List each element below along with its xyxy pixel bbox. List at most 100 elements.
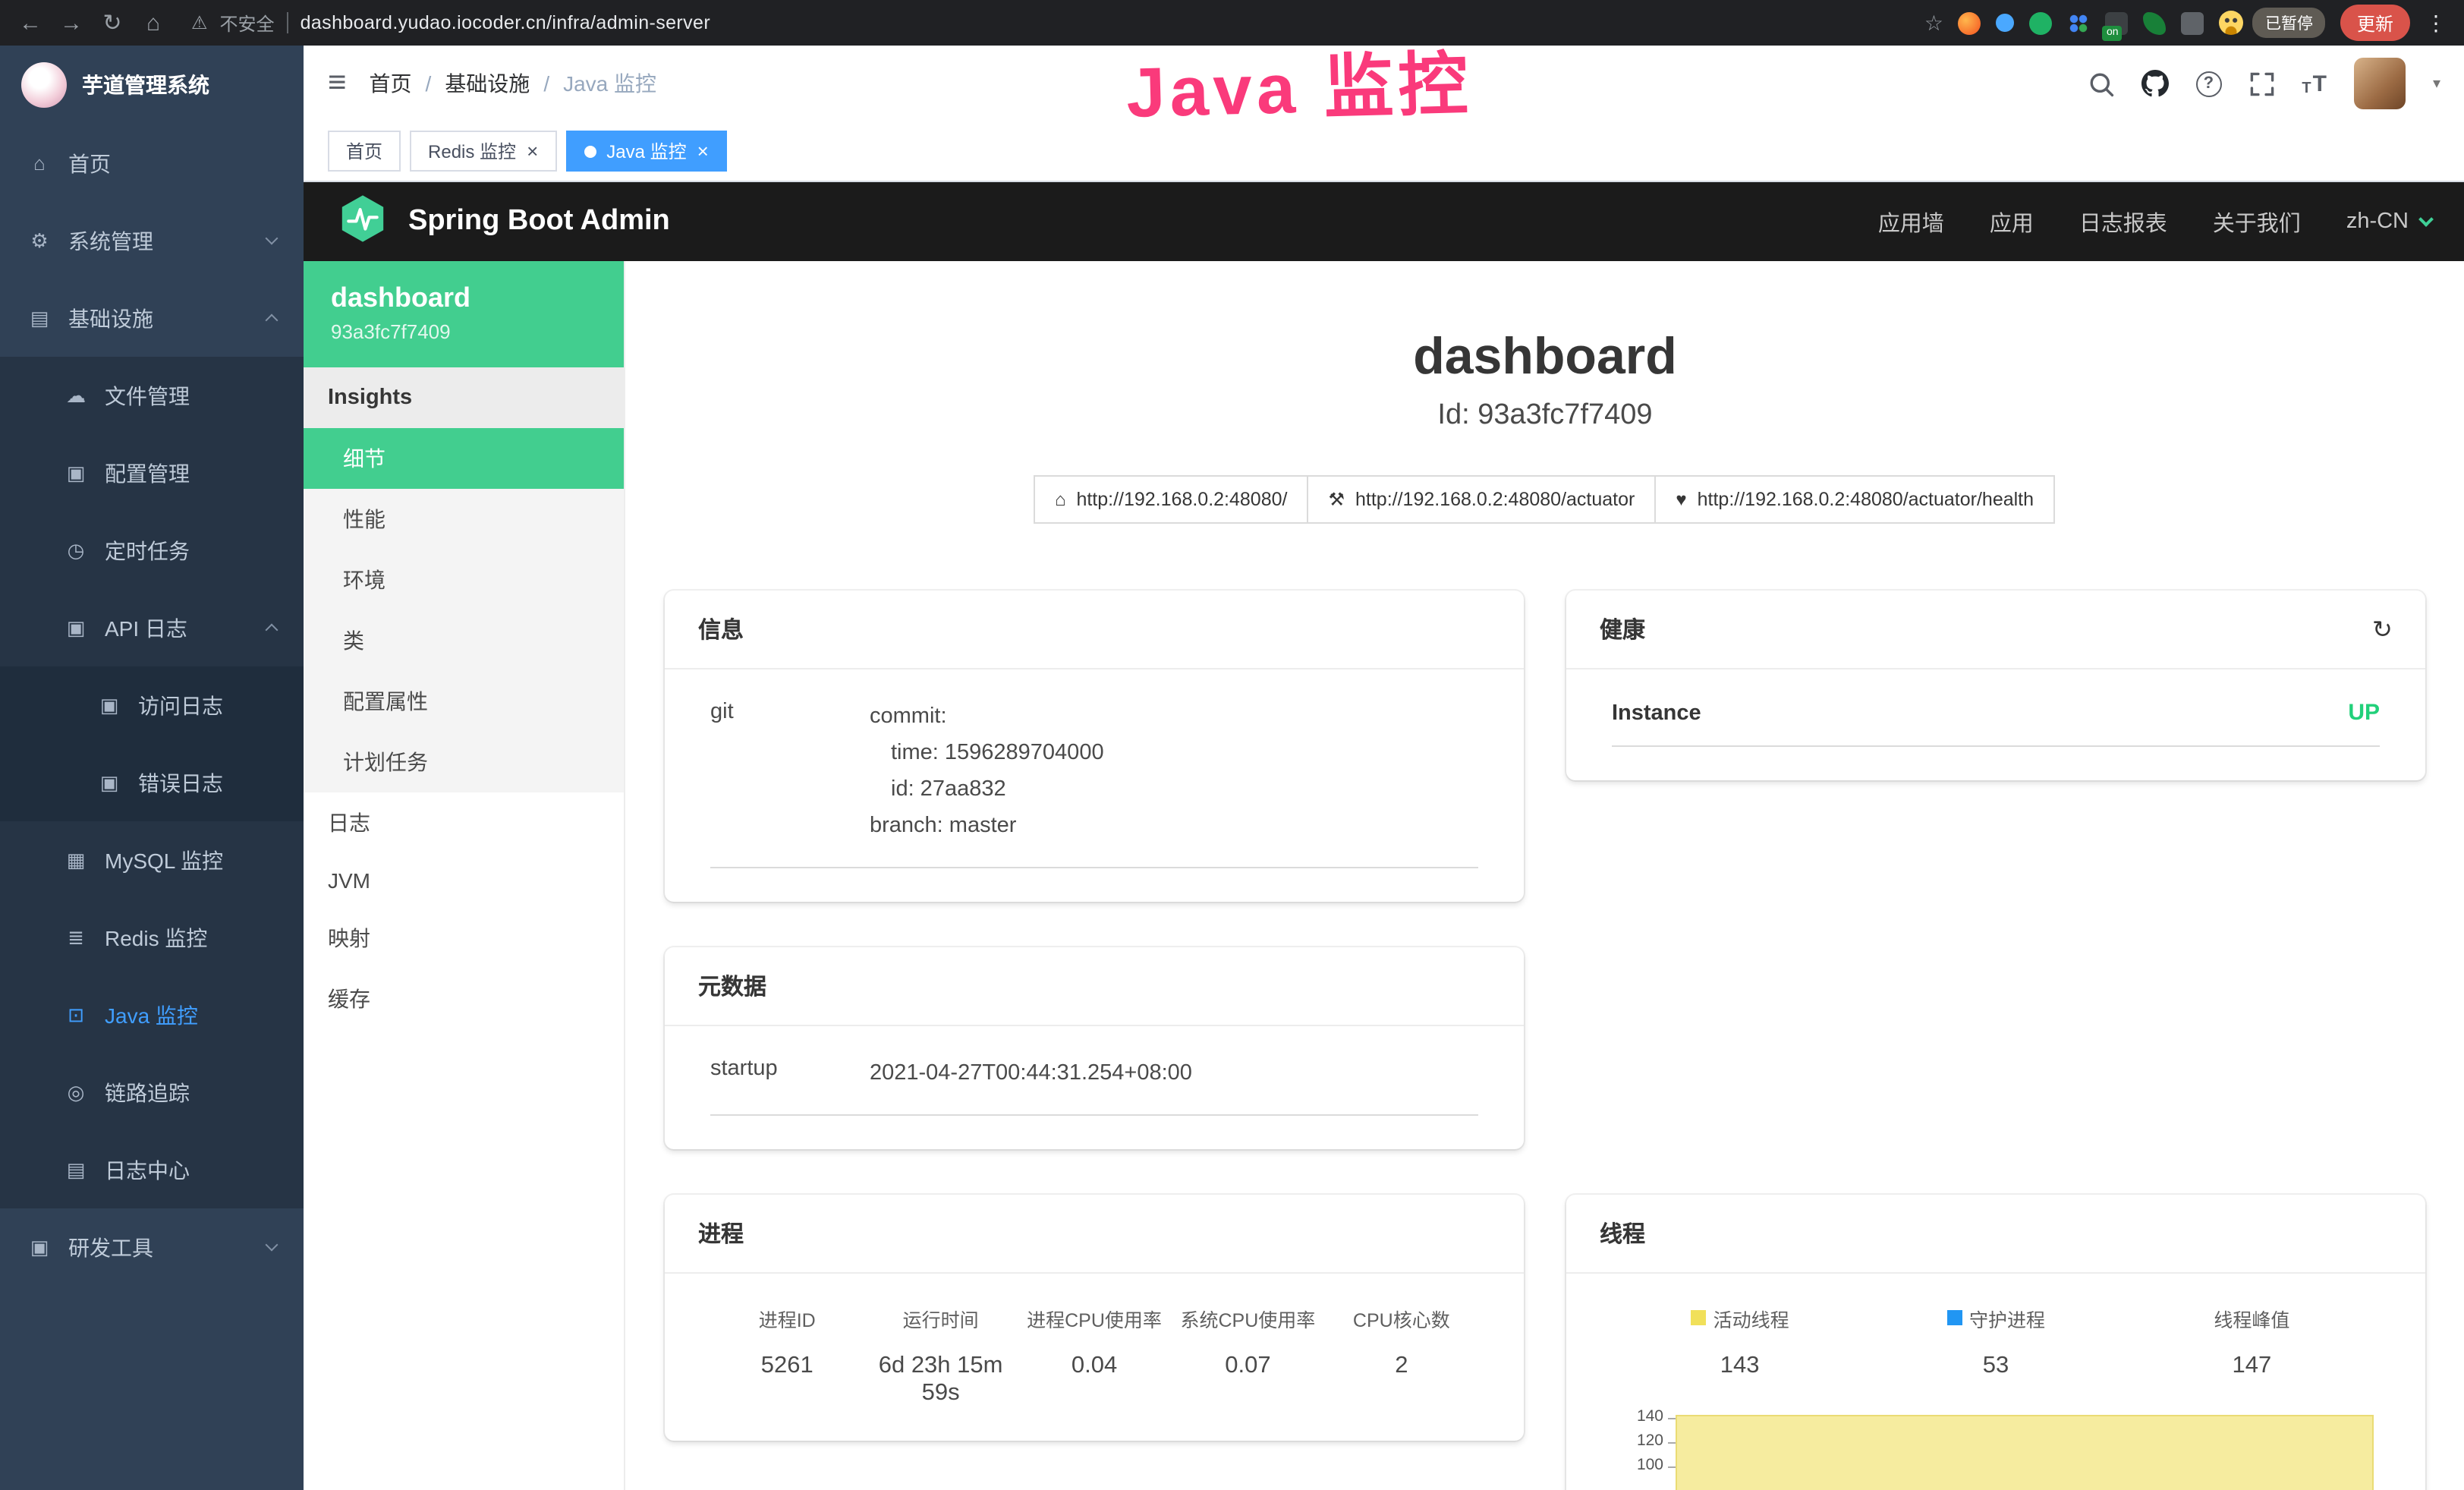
- sidebar-item-java[interactable]: ⊡ Java 监控: [0, 976, 304, 1054]
- metric-system-cpu: 系统CPU使用率 0.07: [1171, 1303, 1324, 1407]
- metadata-card-body: startup 2021-04-27T00:44:31.254+08:00: [665, 1025, 1524, 1148]
- hamburger-icon[interactable]: ≡: [328, 65, 347, 102]
- heart-icon: ♥: [1676, 489, 1686, 510]
- extensions-puzzle-icon[interactable]: [2182, 11, 2204, 34]
- extension-grid-icon[interactable]: [2068, 11, 2091, 34]
- breadcrumb-infra[interactable]: 基础设施: [445, 68, 530, 99]
- tab-redis[interactable]: Redis 监控 ×: [410, 131, 556, 172]
- chevron-down-icon: [266, 232, 278, 245]
- info-card-header: 信息: [665, 591, 1524, 669]
- sba-nav-journal[interactable]: 日志报表: [2079, 206, 2167, 238]
- process-card-header: 进程: [665, 1194, 1524, 1273]
- extension-fox-icon[interactable]: [1959, 11, 1981, 34]
- font-size-icon[interactable]: T T: [2302, 71, 2327, 96]
- page-title: dashboard: [665, 328, 2425, 387]
- avatar-caret-icon[interactable]: ▾: [2433, 75, 2440, 92]
- metadata-card-header: 元数据: [665, 947, 1524, 1025]
- metric-value: 0.04: [1018, 1352, 1171, 1379]
- search-icon[interactable]: [2088, 71, 2113, 96]
- tab-home[interactable]: 首页: [328, 131, 401, 172]
- history-icon[interactable]: ↺: [2371, 614, 2392, 644]
- sidebar-item-label: 基础设施: [68, 303, 153, 333]
- app-logo-row[interactable]: 芋道管理系统: [0, 46, 304, 124]
- grid-icon: ▦: [64, 848, 88, 872]
- bookmark-star-icon[interactable]: ☆: [1924, 10, 1943, 36]
- metric-label: CPU核心数: [1325, 1303, 1478, 1332]
- sba-main: dashboard Id: 93a3fc7f7409 ⌂ http://192.…: [625, 261, 2464, 1490]
- sba-item-logs[interactable]: 日志: [304, 792, 624, 853]
- media-control-chip[interactable]: 已暂停: [2220, 8, 2325, 38]
- breadcrumb-home[interactable]: 首页: [370, 68, 412, 99]
- sidebar-item-redis[interactable]: ≣ Redis 监控: [0, 899, 304, 976]
- screen-icon: ⊡: [64, 1003, 88, 1027]
- close-icon[interactable]: ×: [527, 141, 538, 161]
- legend-value: 147: [2124, 1352, 2380, 1379]
- sba-item-caches[interactable]: 缓存: [304, 969, 624, 1029]
- instance-links: ⌂ http://192.168.0.2:48080/ ⚒ http://192…: [665, 475, 2425, 524]
- sba-sidebar: dashboard 93a3fc7f7409 Insights 细节 性能 环境…: [304, 261, 625, 1490]
- link-actuator-url[interactable]: ⚒ http://192.168.0.2:48080/actuator: [1307, 475, 1656, 524]
- url-text[interactable]: dashboard.yudao.iocoder.cn/infra/admin-s…: [301, 12, 711, 33]
- sidebar-item-mysql[interactable]: ▦ MySQL 监控: [0, 821, 304, 899]
- sba-item-details[interactable]: 细节: [304, 428, 624, 489]
- sba-item-scheduled[interactable]: 计划任务: [304, 732, 624, 792]
- sidebar-item-api-log[interactable]: ▣ API 日志: [0, 589, 304, 666]
- threads-chart: 140 120 100: [1612, 1407, 2380, 1490]
- sidebar-item-job[interactable]: ◷ 定时任务: [0, 512, 304, 589]
- sba-nav-applications[interactable]: 应用: [1990, 206, 2034, 238]
- github-icon[interactable]: [2141, 70, 2168, 97]
- sba-brand[interactable]: Spring Boot Admin: [408, 205, 670, 238]
- link-label: http://192.168.0.2:48080/: [1076, 489, 1287, 510]
- close-icon[interactable]: ×: [697, 141, 709, 161]
- sba-nav-wallboard[interactable]: 应用墙: [1878, 206, 1944, 238]
- sba-logo-icon[interactable]: [337, 192, 389, 251]
- extension-switch-icon[interactable]: on: [2106, 11, 2129, 34]
- sba-item-jvm[interactable]: JVM: [304, 853, 624, 908]
- tab-java[interactable]: Java 监控 ×: [565, 131, 727, 172]
- sidebar-item-infra[interactable]: ▤ 基础设施: [0, 279, 304, 357]
- browser-menu-icon[interactable]: ⋮: [2425, 10, 2447, 36]
- emoji-face-icon[interactable]: [2220, 11, 2244, 35]
- sba-locale-select[interactable]: zh-CN: [2346, 209, 2431, 234]
- sba-item-mappings[interactable]: 映射: [304, 908, 624, 969]
- sidebar-item-log-center[interactable]: ▤ 日志中心: [0, 1131, 304, 1208]
- extension-leaf-icon[interactable]: [2144, 11, 2167, 34]
- sidebar-item-error-log[interactable]: ▣ 错误日志: [0, 744, 304, 821]
- sba-item-environment[interactable]: 环境: [304, 550, 624, 610]
- sba-nav-about[interactable]: 关于我们: [2213, 206, 2301, 238]
- extension-green-icon[interactable]: [2030, 11, 2053, 34]
- sba-item-classes[interactable]: 类: [304, 610, 624, 671]
- sba-nav: 应用墙 应用 日志报表 关于我们 zh-CN: [1878, 206, 2431, 238]
- health-instance-row[interactable]: Instance UP: [1612, 700, 2380, 747]
- sidebar-item-system[interactable]: ⚙ 系统管理: [0, 202, 304, 279]
- legend-label: 活动线程: [1713, 1303, 1789, 1332]
- sidebar-item-config[interactable]: ▣ 配置管理: [0, 434, 304, 512]
- sidebar-item-home[interactable]: ⌂ 首页: [0, 124, 304, 202]
- link-root-url[interactable]: ⌂ http://192.168.0.2:48080/: [1034, 475, 1309, 524]
- user-avatar[interactable]: [2354, 58, 2406, 109]
- tab-label: Java 监控: [606, 138, 686, 164]
- sba-instance-header[interactable]: dashboard 93a3fc7f7409: [304, 261, 624, 367]
- browser-reload-icon[interactable]: ↻: [100, 9, 124, 36]
- browser-home-icon[interactable]: ⌂: [141, 10, 165, 36]
- sba-item-performance[interactable]: 性能: [304, 489, 624, 550]
- fullscreen-icon[interactable]: [2248, 71, 2274, 96]
- link-health-url[interactable]: ♥ http://192.168.0.2:48080/actuator/heal…: [1654, 475, 2055, 524]
- sidebar-item-dev-tools[interactable]: ▣ 研发工具: [0, 1208, 304, 1286]
- sidebar-item-trace[interactable]: ◎ 链路追踪: [0, 1054, 304, 1131]
- update-button[interactable]: 更新: [2340, 5, 2410, 41]
- extension-pin-icon[interactable]: [1997, 14, 2015, 32]
- log-icon: ▣: [64, 616, 88, 640]
- sidebar-item-file[interactable]: ☁ 文件管理: [0, 357, 304, 434]
- wrench-icon: ⚒: [1328, 489, 1345, 510]
- paused-badge: 已暂停: [2253, 8, 2325, 38]
- sba-item-config-props[interactable]: 配置属性: [304, 671, 624, 732]
- card-title: 进程: [698, 1217, 744, 1249]
- browser-forward-icon[interactable]: →: [59, 10, 83, 36]
- security-warning-label[interactable]: 不安全: [220, 10, 275, 36]
- address-bar[interactable]: ⚠ 不安全 dashboard.yudao.iocoder.cn/infra/a…: [191, 10, 710, 36]
- help-icon[interactable]: ?: [2195, 71, 2221, 96]
- browser-back-icon[interactable]: ←: [18, 10, 42, 36]
- chevron-up-icon: [266, 624, 278, 637]
- sidebar-item-access-log[interactable]: ▣ 访问日志: [0, 666, 304, 744]
